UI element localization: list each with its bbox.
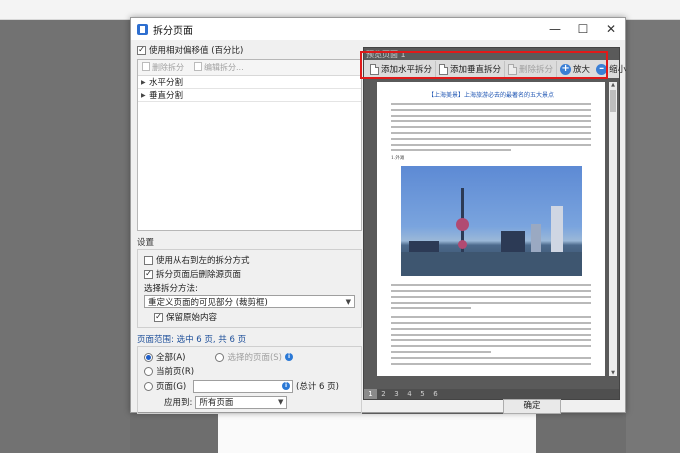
apply-to-select[interactable]: 所有页面 ▼ bbox=[195, 395, 288, 409]
document-caption: 1.外滩 bbox=[391, 156, 405, 162]
range-all-radio[interactable] bbox=[144, 352, 153, 362]
range-selected-label: 选择的页面(S) bbox=[227, 353, 282, 363]
split-method-select[interactable]: 重定义页面的可见部分 (裁剪框) ▼ bbox=[144, 295, 355, 308]
page-number-2[interactable]: 2 bbox=[377, 389, 390, 399]
scroll-up-icon[interactable]: ▲ bbox=[609, 82, 617, 88]
list-item-label: 垂直分割 bbox=[149, 91, 184, 101]
document-text-block bbox=[377, 276, 605, 310]
close-icon[interactable]: ✕ bbox=[597, 18, 625, 40]
range-current-radio[interactable] bbox=[144, 366, 153, 376]
delete-icon bbox=[142, 62, 150, 71]
maximize-icon[interactable]: ☐ bbox=[569, 18, 597, 40]
page-number-4[interactable]: 4 bbox=[403, 389, 416, 399]
settings-label: 设置 bbox=[137, 238, 155, 248]
chevron-down-icon: ▼ bbox=[345, 297, 351, 306]
apply-to-value: 所有页面 bbox=[199, 398, 234, 408]
relative-offset-label: 使用相对偏移值 (百分比) bbox=[149, 46, 244, 56]
right-to-left-label: 使用从右到左的拆分方式 bbox=[156, 256, 250, 266]
range-pages-total: (总计 6 页) bbox=[296, 382, 339, 392]
document-text-block bbox=[377, 100, 605, 152]
highlight-annotation bbox=[360, 51, 608, 79]
edit-split-button[interactable]: 编辑拆分... bbox=[194, 62, 244, 73]
chevron-down-icon: ▼ bbox=[277, 398, 284, 406]
info-icon: i bbox=[284, 353, 293, 361]
split-method-label: 选择拆分方法: bbox=[144, 284, 198, 294]
background-document-page bbox=[218, 414, 536, 453]
range-all-label: 全部(A) bbox=[156, 353, 186, 363]
split-settings-panel: ✓ 使用相对偏移值 (百分比) 删除拆分 编辑拆分... ▶ 水平分割 ▶ 垂直… bbox=[137, 43, 362, 414]
document-photo bbox=[400, 166, 582, 277]
apply-to-label: 应用到: bbox=[164, 398, 193, 408]
page-number-5[interactable]: 5 bbox=[416, 389, 429, 399]
list-item-vertical-split[interactable]: ▶ 垂直分割 bbox=[138, 89, 361, 102]
dialog-title: 拆分页面 bbox=[153, 25, 193, 37]
range-current-option[interactable]: 当前页(R) bbox=[144, 364, 355, 378]
scroll-down-icon[interactable]: ▼ bbox=[609, 370, 617, 376]
range-pages-option[interactable]: 页面(G) i (总计 6 页) bbox=[144, 378, 355, 394]
preview-vertical-scrollbar[interactable]: ▲ ▼ bbox=[609, 82, 617, 376]
range-pages-radio[interactable] bbox=[144, 381, 153, 391]
apply-to-row: 应用到: 所有页面 ▼ bbox=[144, 394, 355, 410]
dialog-titlebar: 拆分页面 — ☐ ✕ bbox=[131, 18, 625, 40]
keep-content-option[interactable]: ✓ 保留原始内容 bbox=[144, 310, 355, 324]
split-list-toolbar: 删除拆分 编辑拆分... bbox=[138, 60, 361, 76]
scroll-thumb[interactable] bbox=[610, 90, 616, 112]
split-method-value: 重定义页面的可见部分 (裁剪框) bbox=[148, 297, 268, 308]
zoom-out-label: 缩小 bbox=[609, 65, 627, 75]
page-range-label: 页面范围: 选中 6 页, 共 6 页 bbox=[137, 335, 247, 345]
document-title: 【上海美景】上海旅游必去的最著名的五大景点 bbox=[427, 92, 554, 99]
edit-split-label: 编辑拆分... bbox=[204, 63, 244, 72]
minimize-icon[interactable]: — bbox=[541, 18, 569, 40]
document-text-block bbox=[377, 313, 605, 365]
expand-arrow-icon[interactable]: ▶ bbox=[141, 79, 147, 86]
range-all-option[interactable]: 全部(A) bbox=[144, 350, 185, 364]
page-navigation-bar: 1 2 3 4 5 6 bbox=[364, 389, 619, 399]
preview-panel: 预览页面 1 添加水平拆分 添加垂直拆分 删除拆分 + 放大 – 缩小 【上海美… bbox=[363, 47, 626, 400]
range-pages-input[interactable]: i bbox=[193, 379, 293, 393]
relative-offset-option[interactable]: ✓ 使用相对偏移值 (百分比) bbox=[137, 43, 362, 57]
ok-button[interactable]: 确定 bbox=[503, 399, 561, 414]
range-selected-radio[interactable] bbox=[215, 352, 225, 362]
right-to-left-checkbox[interactable] bbox=[144, 255, 153, 265]
background-workspace-right bbox=[626, 20, 680, 453]
settings-group: 使用从右到左的拆分方式 ✓ 拆分页面后删除源页面 选择拆分方法: 重定义页面的可… bbox=[137, 249, 362, 328]
page-number-3[interactable]: 3 bbox=[390, 389, 403, 399]
relative-offset-checkbox[interactable]: ✓ bbox=[137, 45, 146, 55]
app-icon bbox=[137, 23, 148, 35]
expand-arrow-icon[interactable]: ▶ bbox=[141, 92, 147, 99]
preview-page: 【上海美景】上海旅游必去的最著名的五大景点 1.外滩 bbox=[377, 82, 605, 376]
delete-original-option[interactable]: ✓ 拆分页面后删除源页面 bbox=[144, 267, 355, 281]
background-workspace-left bbox=[0, 20, 130, 453]
keep-content-label: 保留原始内容 bbox=[166, 313, 218, 323]
edit-icon bbox=[194, 62, 202, 71]
range-pages-label: 页面(G) bbox=[156, 382, 187, 392]
delete-split-list-label: 删除拆分 bbox=[152, 63, 184, 72]
delete-original-checkbox[interactable]: ✓ bbox=[144, 269, 153, 279]
info-icon: i bbox=[282, 382, 290, 390]
page-number-1[interactable]: 1 bbox=[364, 389, 377, 399]
keep-content-checkbox[interactable]: ✓ bbox=[154, 312, 163, 322]
delete-original-label: 拆分页面后删除源页面 bbox=[156, 270, 242, 280]
delete-split-list-button[interactable]: 删除拆分 bbox=[142, 62, 184, 73]
range-row-1: 全部(A) 选择的页面(S) i bbox=[144, 350, 355, 364]
page-range-group: 全部(A) 选择的页面(S) i 当前页(R) 页面(G) i (总计 6 页)… bbox=[137, 346, 362, 414]
list-item-horizontal-split[interactable]: ▶ 水平分割 bbox=[138, 76, 361, 89]
page-number-6[interactable]: 6 bbox=[429, 389, 442, 399]
right-to-left-option[interactable]: 使用从右到左的拆分方式 bbox=[144, 253, 355, 267]
range-selected-option[interactable]: 选择的页面(S) i bbox=[215, 350, 293, 364]
list-item-label: 水平分割 bbox=[149, 78, 184, 88]
range-current-label: 当前页(R) bbox=[156, 367, 195, 377]
split-list: 删除拆分 编辑拆分... ▶ 水平分割 ▶ 垂直分割 bbox=[137, 59, 362, 231]
